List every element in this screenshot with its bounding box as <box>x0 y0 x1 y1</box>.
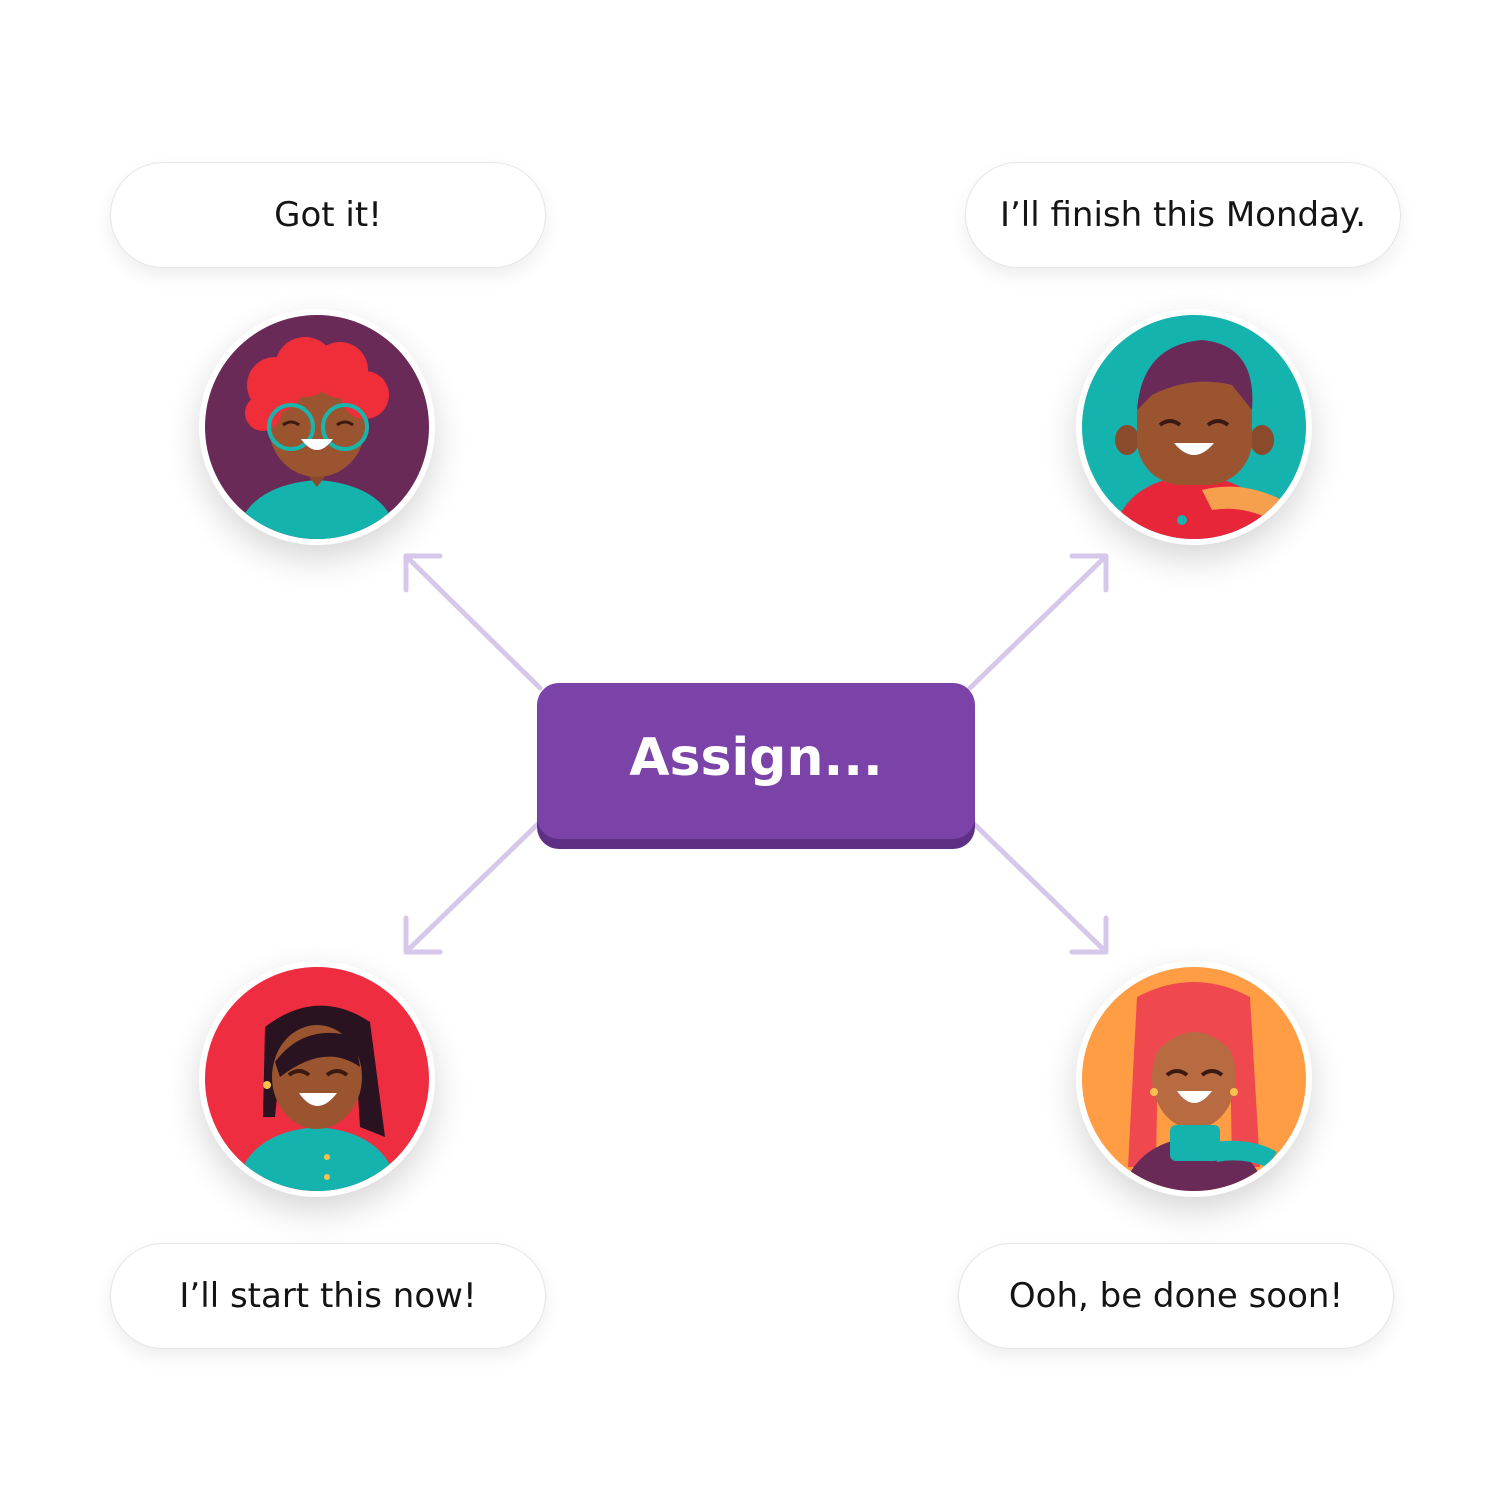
response-bubble-start-now: I’ll start this now! <box>110 1243 546 1349</box>
woman-black-hair-teal-shirt-avatar <box>199 961 435 1197</box>
woman-curly-red-hair-glasses-avatar <box>199 309 435 545</box>
arrow-to-bottom-left <box>403 819 543 955</box>
assign-button[interactable]: Assign... <box>537 683 975 839</box>
response-bubble-finish-monday: I’ll finish this Monday. <box>965 162 1401 268</box>
man-purple-hair-scarf-avatar <box>1076 309 1312 545</box>
woman-pink-hair-teal-scarf-avatar <box>1076 961 1312 1197</box>
arrow-to-top-right <box>967 553 1109 691</box>
response-bubble-got-it: Got it! <box>110 162 546 268</box>
arrow-to-top-left <box>403 553 543 691</box>
response-bubble-done-soon: Ooh, be done soon! <box>958 1243 1394 1349</box>
arrow-to-bottom-right <box>969 819 1109 955</box>
